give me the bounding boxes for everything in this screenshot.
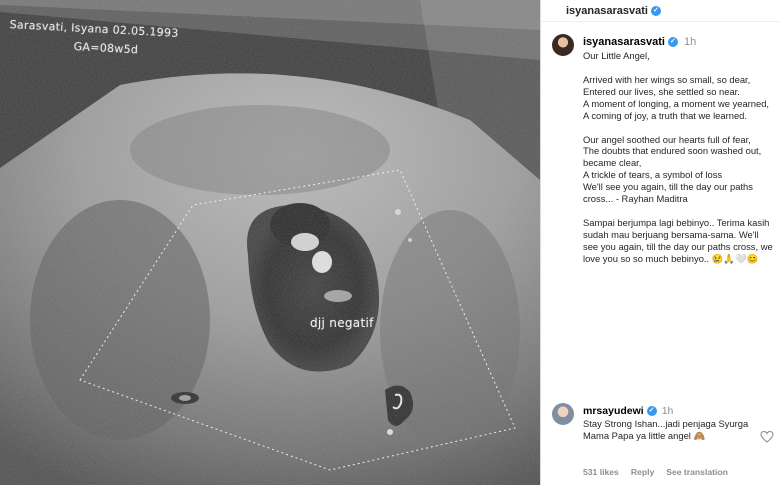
post-header: isyanasarasvati ✓ [541,0,780,22]
verified-icon: ✓ [650,5,661,16]
comment-meta: 531 likes Reply See translation [583,467,728,477]
heart-icon[interactable] [760,431,774,443]
post-caption: Our Little Angel, Arrived with her wings… [583,50,773,277]
caption-paragraph: Our Little Angel, [583,50,650,61]
comment-avatar[interactable] [552,403,574,425]
see-translation-button[interactable]: See translation [666,467,728,477]
caption-header: isyanasarasvati ✓ 1h [583,36,696,48]
avatar[interactable] [552,34,574,56]
caption-username[interactable]: isyanasarasvati [583,36,665,48]
ultrasound-photo: Sarasvati, Isyana 02.05.1993 GA=08w5d dj… [0,0,540,485]
caption-time: 1h [683,36,697,48]
comment-username[interactable]: mrsayudewi [583,405,644,417]
caption-paragraph: Our angel soothed our hearts full of fea… [583,133,762,205]
header-username[interactable]: isyanasarasvati [566,5,648,17]
reply-button[interactable]: Reply [631,467,654,477]
caption-paragraph: Arrived with her wings so small, so dear… [583,73,770,121]
verified-icon: ✓ [646,406,657,416]
verified-icon: ✓ [667,37,678,47]
caption-paragraph: Sampai berjumpa lagi bebinyo.. Terima ka… [583,216,773,264]
ultrasound-image [0,0,540,485]
comment-likes[interactable]: 531 likes [583,467,619,477]
comment-header: mrsayudewi ✓ 1h [583,405,673,417]
comment-text: Stay Strong Ishan...jadi penjaga Syurga … [583,418,749,441]
comment-time: 1h [661,405,674,417]
scan-fetal-label: djj negatif [310,316,374,330]
